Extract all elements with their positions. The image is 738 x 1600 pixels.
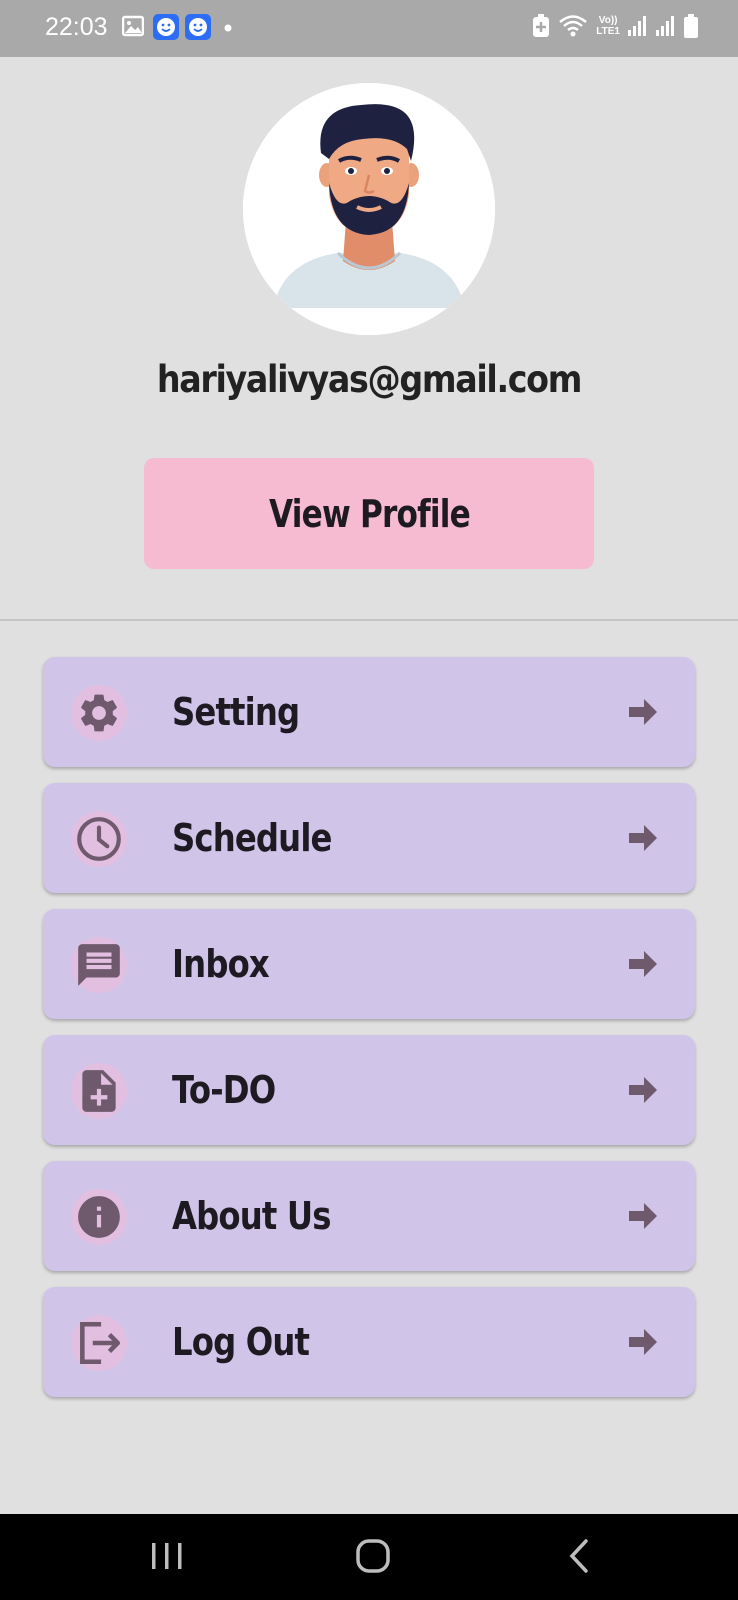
arrow-right-icon <box>629 951 657 977</box>
menu-item-log-out[interactable]: Log Out <box>43 1287 695 1397</box>
menu-item-schedule[interactable]: Schedule <box>43 783 695 893</box>
view-profile-label: View Profile <box>268 491 471 536</box>
avatar <box>243 83 495 335</box>
arrow-right-icon <box>629 825 657 851</box>
dot-icon <box>224 24 232 32</box>
lte-text: LTE1 <box>596 26 620 37</box>
signal-icon <box>628 16 646 36</box>
wifi-icon <box>559 15 588 37</box>
battery-saver-icon <box>533 14 550 37</box>
menu-item-label: About Us <box>172 1194 331 1238</box>
home-icon[interactable] <box>355 1538 391 1574</box>
arrow-right-icon <box>629 1077 657 1103</box>
menu-item-label: To-DO <box>172 1068 276 1112</box>
battery-icon <box>684 14 698 38</box>
info-icon <box>71 1189 127 1245</box>
clock-icon <box>71 811 127 867</box>
volte-icon: Vo)) LTE1 <box>596 15 620 37</box>
menu-item-todo[interactable]: To-DO <box>43 1035 695 1145</box>
smiley-app-icon <box>185 14 211 40</box>
note-add-icon <box>71 1063 127 1119</box>
menu-item-about-us[interactable]: About Us <box>43 1161 695 1271</box>
menu-item-label: Setting <box>172 690 300 734</box>
menu-item-label: Log Out <box>172 1320 310 1364</box>
message-icon <box>71 937 127 993</box>
menu-item-inbox[interactable]: Inbox <box>43 909 695 1019</box>
view-profile-button[interactable]: View Profile <box>144 458 594 569</box>
divider <box>0 619 738 621</box>
gear-icon <box>71 685 127 741</box>
menu-item-setting[interactable]: Setting <box>43 657 695 767</box>
navigation-bar <box>0 1514 738 1600</box>
avatar-illustration <box>243 83 495 335</box>
menu-item-label: Inbox <box>172 942 270 986</box>
volte-text: Vo)) <box>598 15 618 26</box>
recent-apps-icon[interactable] <box>150 1541 184 1571</box>
back-icon[interactable] <box>567 1538 591 1574</box>
arrow-right-icon <box>629 1203 657 1229</box>
arrow-right-icon <box>629 1329 657 1355</box>
arrow-right-icon <box>629 699 657 725</box>
signal-icon <box>656 16 674 36</box>
menu-list: Setting Schedule Inbox To-DO About Us Lo… <box>43 657 695 1413</box>
user-email: hariyalivyas@gmail.com <box>156 358 582 401</box>
status-time: 22:03 <box>45 13 108 41</box>
menu-item-label: Schedule <box>172 816 332 860</box>
logout-icon <box>71 1315 127 1371</box>
smiley-app-icon <box>153 14 179 40</box>
status-bar: 22:03 Vo)) LTE1 <box>0 0 738 57</box>
image-icon <box>122 15 144 37</box>
